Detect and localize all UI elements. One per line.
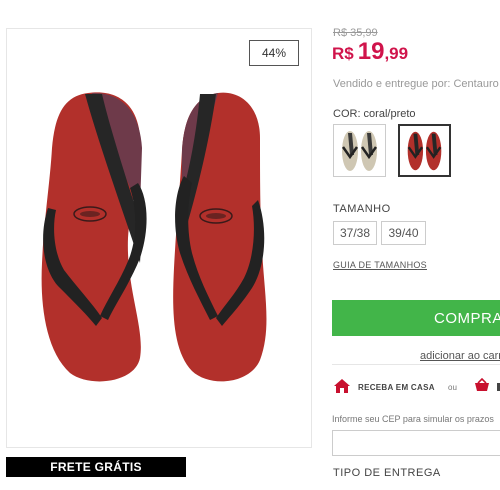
product-photo-sandals [41,92,267,382]
add-to-cart-link[interactable]: adicionar ao carrinho [420,350,500,362]
receba-em-casa-option[interactable]: RECEBA EM CASA [358,383,435,392]
price-currency: R$ [332,44,354,63]
tipo-entrega-label: TIPO DE ENTREGA [333,467,441,479]
or-separator: ou [448,383,457,392]
price-integer: 19 [357,38,385,65]
right-sandal [173,92,267,382]
size-label: TAMANHO [333,203,391,215]
home-icon [334,379,350,393]
left-sandal [41,92,147,382]
buy-button-label: COMPRAR [434,309,500,327]
swatch-bege-thumbnail [341,131,378,171]
size-guide-link[interactable]: GUIA DE TAMANHOS [333,260,427,270]
size-option-39-40[interactable]: 39/40 [381,221,426,245]
buy-button[interactable]: COMPRAR [332,300,500,336]
current-price: R$ 19,99 [332,38,408,66]
size-option-37-38[interactable]: 37/38 [333,221,377,245]
discount-badge: 44% [249,40,299,66]
color-label: COR: coral/preto [333,108,416,120]
cep-input[interactable] [332,430,500,456]
divider [332,364,500,365]
cart-icon [475,378,489,391]
seller-info: Vendido e entregue por: Centauro [333,78,499,90]
cep-info: Informe seu CEP para simular os prazos [332,414,494,424]
price-decimal: ,99 [384,44,409,63]
swatch-coral-thumbnail [407,131,442,171]
color-swatch-coral-preto[interactable] [398,124,451,177]
color-swatch-bege[interactable] [333,124,386,177]
frete-gratis-banner: FRETE GRÁTIS [6,457,186,477]
